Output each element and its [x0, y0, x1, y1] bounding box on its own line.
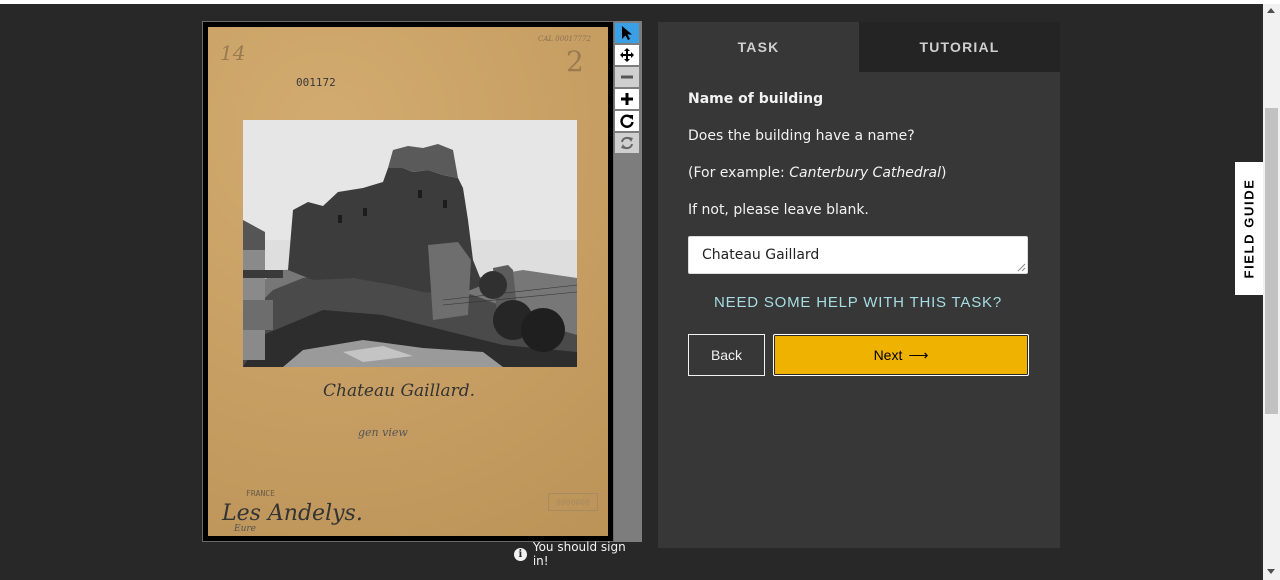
scroll-thumb[interactable] [1265, 108, 1278, 414]
field-guide-label: FIELD GUIDE [1241, 178, 1257, 279]
castle-photo-image [243, 120, 577, 367]
corner-number: 2 [566, 45, 584, 78]
tab-task[interactable]: TASK [658, 22, 859, 72]
info-icon: i [514, 547, 527, 561]
back-button-label: Back [710, 347, 743, 363]
resize-grip-icon[interactable] [1017, 263, 1026, 272]
reset-icon [621, 136, 633, 150]
arrow-right-icon: ⟶ [908, 346, 929, 363]
task-blank-note: If not, please leave blank. [688, 202, 869, 218]
scroll-up-arrow-icon[interactable] [1267, 8, 1275, 13]
example-prefix: (For example: [688, 165, 790, 181]
reset-button[interactable] [615, 133, 639, 153]
zoom-in-icon [621, 93, 633, 105]
photo-caption: Chateau Gaillard. [323, 381, 476, 401]
location-label: Les Andelys. [222, 501, 363, 526]
catalog-code: 001172 [296, 76, 336, 89]
pointer-icon [622, 26, 632, 40]
department-label: Eure [234, 524, 256, 534]
help-link[interactable]: NEED SOME HELP WITH THIS TASK? [688, 294, 1028, 311]
viewer-toolbar [614, 21, 642, 542]
box-stamp: 0000000 [548, 493, 598, 511]
card-number: 14 [220, 41, 246, 65]
zoom-out-button[interactable] [615, 67, 639, 87]
scroll-down-arrow-icon[interactable] [1267, 569, 1275, 574]
castle-photo [243, 120, 577, 367]
move-icon [620, 48, 634, 62]
field-guide-tab[interactable]: FIELD GUIDE [1235, 162, 1263, 295]
sign-in-notice[interactable]: i You should sign in! [514, 540, 644, 568]
zoom-in-button[interactable] [615, 89, 639, 109]
back-button[interactable]: Back [688, 334, 765, 376]
rotate-button[interactable] [615, 111, 639, 131]
zoom-out-icon [621, 75, 633, 79]
task-example: (For example: Canterbury Cathedral) [688, 165, 946, 181]
pointer-tool-button[interactable] [615, 23, 639, 43]
next-button-label: Next [873, 347, 903, 363]
photo-subcaption: gen view [358, 426, 408, 439]
top-bar [0, 0, 1280, 4]
archive-card: 14 001172 CAL 00017772 2 Chateau Gaillar… [208, 27, 608, 536]
task-panel: TASK TUTORIAL Name of building Does the … [658, 22, 1060, 548]
sign-in-text: You should sign in! [532, 540, 626, 568]
task-question: Does the building have a name? [688, 128, 915, 144]
next-button[interactable]: Next ⟶ [773, 334, 1029, 376]
subject-viewer[interactable]: 14 001172 CAL 00017772 2 Chateau Gaillar… [202, 21, 614, 542]
example-name: Canterbury Cathedral [789, 165, 941, 181]
page-scrollbar[interactable] [1263, 4, 1280, 580]
task-title: Name of building [688, 91, 824, 107]
move-tool-button[interactable] [615, 45, 639, 65]
example-suffix: ) [941, 165, 947, 181]
country-stamp: FRANCE [246, 489, 275, 498]
corner-reference: CAL 00017772 [538, 35, 591, 43]
rotate-icon [620, 114, 634, 128]
building-name-input[interactable] [688, 236, 1028, 274]
panel-tabs: TASK TUTORIAL [658, 22, 1060, 72]
tab-tutorial[interactable]: TUTORIAL [859, 22, 1060, 72]
